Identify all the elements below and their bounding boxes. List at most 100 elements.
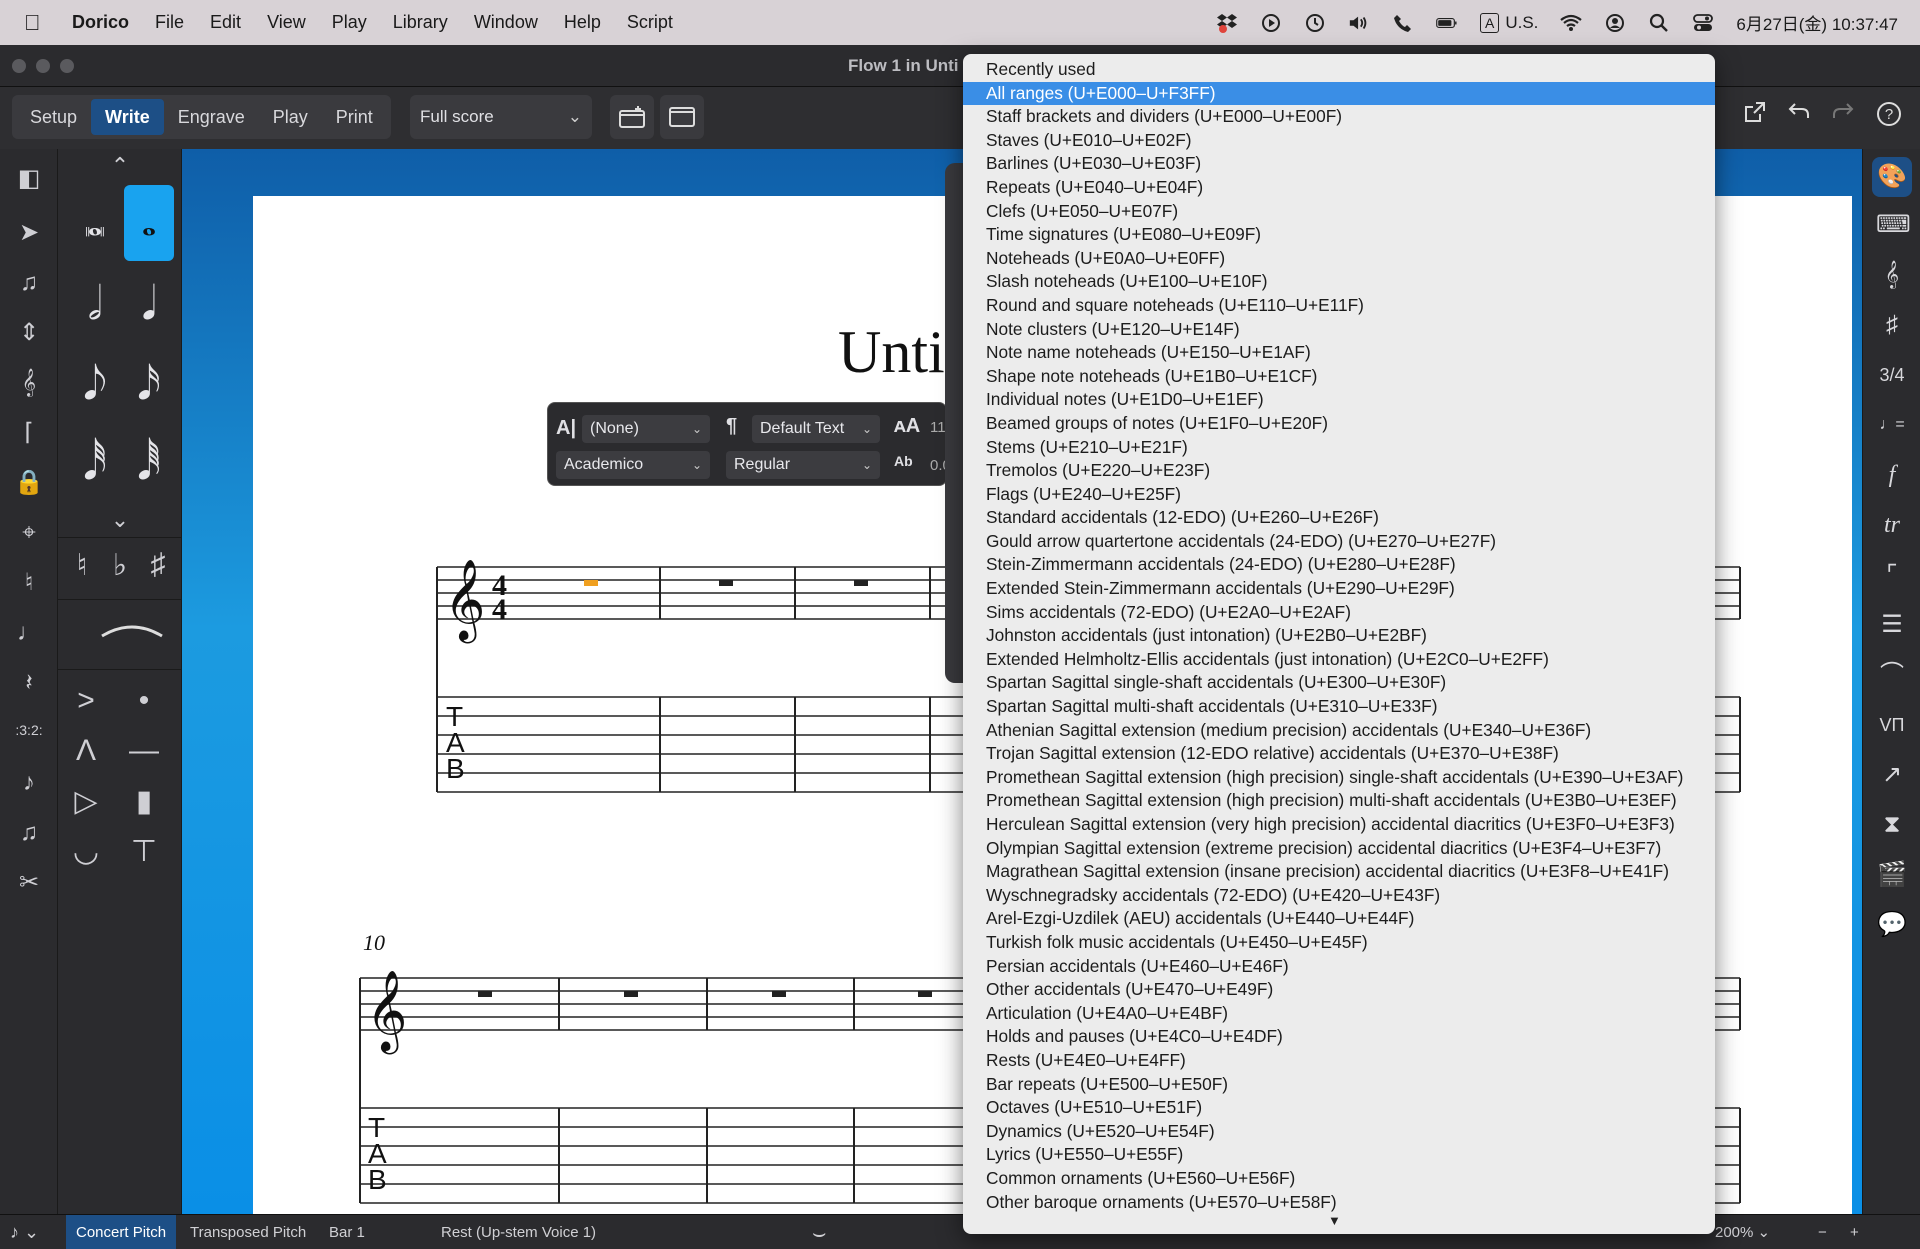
dynamics-icon[interactable]: f	[1876, 459, 1908, 491]
bar-number: 10	[363, 930, 385, 955]
bar-indicator: Bar 1	[329, 1224, 365, 1241]
playing-techniques-icon[interactable]: VП	[1876, 709, 1908, 741]
font-style-select[interactable]: Regular ⌄	[726, 451, 880, 479]
menu-item-glyph-range[interactable]: Bar repeats (U+E500–U+E50F)	[963, 1073, 1715, 1097]
menu-item-glyph-range[interactable]: Barlines (U+E030–U+E03F)	[963, 152, 1715, 176]
menu-item-glyph-range[interactable]: Athenian Sagittal extension (medium prec…	[963, 719, 1715, 743]
font-style-value: Regular	[734, 456, 791, 473]
zoom-value: 200%	[1715, 1224, 1754, 1241]
treble-clef: 𝄞	[444, 558, 485, 643]
whole-rest[interactable]	[772, 991, 786, 997]
chevron-down-icon: ⌄	[691, 422, 702, 436]
lines-icon[interactable]: ↗	[1876, 759, 1908, 791]
menu-item-glyph-range[interactable]: Spartan Sagittal single-shaft accidental…	[963, 671, 1715, 695]
menu-item-glyph-range[interactable]: Articulation (U+E4A0–U+E4BF)	[963, 1002, 1715, 1026]
menu-item-glyph-range[interactable]: Shape note noteheads (U+E1B0–U+E1CF)	[963, 365, 1715, 389]
menu-item-glyph-range[interactable]: Staff brackets and dividers (U+E000–U+E0…	[963, 105, 1715, 129]
menu-item-glyph-range[interactable]: Clefs (U+E050–U+E07F)	[963, 200, 1715, 224]
font-family-select[interactable]: Academico ⌄	[556, 451, 710, 479]
menu-item-glyph-range[interactable]: Herculean Sagittal extension (very high …	[963, 813, 1715, 837]
whole-rest[interactable]	[719, 580, 733, 586]
menu-item-glyph-range[interactable]: Promethean Sagittal extension (high prec…	[963, 766, 1715, 790]
tab-letter-b: B	[368, 1164, 387, 1195]
menu-item-glyph-range[interactable]: Rests (U+E4E0–U+E4FF)	[963, 1049, 1715, 1073]
menu-item-glyph-range[interactable]: Sims accidentals (72-EDO) (U+E2A0–U+E2AF…	[963, 601, 1715, 625]
scroll-more-icon[interactable]: ▼	[1328, 1213, 1341, 1228]
text-properties-popover: A| (None) ⌄ ¶ Default Text ⌄ ᴀA 11 Acade…	[547, 402, 951, 486]
menu-item-glyph-range[interactable]: Magrathean Sagittal extension (insane pr…	[963, 860, 1715, 884]
harp-pedal-icon[interactable]: ⧗	[1876, 809, 1908, 841]
font-size-value[interactable]: 11	[930, 419, 946, 436]
zoom-select[interactable]: 200% ⌄	[1715, 1215, 1770, 1249]
cues-icon[interactable]: 🎬	[1876, 859, 1908, 891]
menu-item-glyph-range[interactable]: Trojan Sagittal extension (12-EDO relati…	[963, 742, 1715, 766]
holds-pauses-icon[interactable]: ⌒	[1876, 659, 1908, 691]
note-input-options-icon[interactable]: ♪ ⌄	[10, 1215, 39, 1249]
menu-item-glyph-range[interactable]: Common ornaments (U+E560–U+E56F)	[963, 1167, 1715, 1191]
menu-item-glyph-range[interactable]: Note clusters (U+E120–U+E14F)	[963, 318, 1715, 342]
menu-item-glyph-range[interactable]: Persian accidentals (U+E460–U+E46F)	[963, 955, 1715, 979]
menu-item-glyph-range[interactable]: Slash noteheads (U+E100–U+E10F)	[963, 270, 1715, 294]
menu-item-glyph-range[interactable]: Olympian Sagittal extension (extreme pre…	[963, 837, 1715, 861]
ornaments-icon[interactable]: tr	[1876, 509, 1908, 541]
menu-item-glyph-range[interactable]: Stems (U+E210–U+E21F)	[963, 436, 1715, 460]
menu-item-glyph-range[interactable]: Dynamics (U+E520–U+E54F)	[963, 1120, 1715, 1144]
menu-item-glyph-range[interactable]: Gould arrow quartertone accidentals (24-…	[963, 530, 1715, 554]
menu-item-glyph-range[interactable]: Arel-Ezgi-Uzdilek (AEU) accidentals (U+E…	[963, 907, 1715, 931]
menu-item-glyph-range[interactable]: Round and square noteheads (U+E110–U+E11…	[963, 294, 1715, 318]
whole-rest[interactable]	[854, 580, 868, 586]
whole-rest[interactable]	[478, 991, 492, 997]
key-signature-icon[interactable]: ♯	[1876, 309, 1908, 341]
menu-item-glyph-range[interactable]: Flags (U+E240–U+E25F)	[963, 483, 1715, 507]
menu-item-glyph-range[interactable]: Wyschnegradsky accidentals (72-EDO) (U+E…	[963, 884, 1715, 908]
concert-pitch-toggle[interactable]: Concert Pitch	[66, 1215, 177, 1249]
tempo-icon[interactable]: ♩=	[1876, 409, 1908, 441]
palette-icon[interactable]: 🎨	[1872, 157, 1912, 197]
menu-item-glyph-range[interactable]: Other baroque ornaments (U+E570–U+E58F)	[963, 1191, 1715, 1215]
clef-icon[interactable]: 𝄞	[1876, 259, 1908, 291]
menu-item-glyph-range[interactable]: Other accidentals (U+E470–U+E49F)	[963, 978, 1715, 1002]
menu-item-glyph-range[interactable]: Lyrics (U+E550–U+E55F)	[963, 1143, 1715, 1167]
keyboard-icon[interactable]: ⌨	[1876, 209, 1911, 241]
menu-item-glyph-range[interactable]: Individual notes (U+E1D0–U+E1EF)	[963, 388, 1715, 412]
menu-item-glyph-range[interactable]: Spartan Sagittal multi-shaft accidentals…	[963, 695, 1715, 719]
menu-item-glyph-range[interactable]: Stein-Zimmermann accidentals (24-EDO) (U…	[963, 553, 1715, 577]
chevron-down-icon: ⌄	[861, 422, 872, 436]
repeat-structures-icon[interactable]: ⌜	[1876, 559, 1908, 591]
font-family-value: Academico	[564, 456, 644, 473]
menu-item-glyph-range[interactable]: Standard accidentals (12-EDO) (U+E260–U+…	[963, 506, 1715, 530]
menu-item-glyph-range[interactable]: Extended Stein-Zimmermann accidentals (U…	[963, 577, 1715, 601]
score-title[interactable]: Unti	[838, 318, 945, 387]
menu-item-glyph-range[interactable]: All ranges (U+E000–U+F3FF)	[963, 81, 1715, 106]
whole-rest[interactable]	[918, 991, 932, 997]
menu-item-glyph-range[interactable]: Beamed groups of notes (U+E1F0–U+E20F)	[963, 412, 1715, 436]
panel-toggle-bottom-icon[interactable]: ⌣	[812, 1215, 826, 1249]
selected-whole-rest[interactable]	[584, 580, 598, 586]
menu-item-glyph-range[interactable]: Note name noteheads (U+E150–U+E1AF)	[963, 341, 1715, 365]
whole-rest[interactable]	[624, 991, 638, 997]
menu-item-recently-used[interactable]: Recently used	[963, 58, 1715, 82]
menu-item-glyph-range[interactable]: Turkish folk music accidentals (U+E450–U…	[963, 931, 1715, 955]
menu-item-glyph-range[interactable]: Tremolos (U+E220–U+E23F)	[963, 459, 1715, 483]
menu-item-glyph-range[interactable]: Repeats (U+E040–U+E04F)	[963, 176, 1715, 200]
menu-item-glyph-range[interactable]: Johnston accidentals (just intonation) (…	[963, 624, 1715, 648]
text-style-value: Default Text	[760, 420, 845, 437]
dialog-edge	[945, 163, 965, 683]
transposed-pitch-toggle[interactable]: Transposed Pitch	[180, 1215, 316, 1249]
zoom-out-button[interactable]: −	[1818, 1215, 1827, 1249]
comments-icon[interactable]: 💬	[1876, 909, 1908, 941]
chevron-down-icon: ⌄	[861, 458, 872, 472]
menu-item-glyph-range[interactable]: Noteheads (U+E0A0–U+E0FF)	[963, 247, 1715, 271]
menu-item-glyph-range[interactable]: Promethean Sagittal extension (high prec…	[963, 789, 1715, 813]
tab-letter-b: B	[446, 753, 465, 784]
menu-item-glyph-range[interactable]: Octaves (U+E510–U+E51F)	[963, 1096, 1715, 1120]
menu-item-glyph-range[interactable]: Time signatures (U+E080–U+E09F)	[963, 223, 1715, 247]
bars-icon[interactable]: ☰	[1876, 609, 1908, 641]
time-signature-icon[interactable]: 3/4	[1876, 359, 1908, 391]
paragraph-style-select[interactable]: (None) ⌄	[582, 415, 710, 443]
text-style-select[interactable]: Default Text ⌄	[752, 415, 880, 443]
menu-item-glyph-range[interactable]: Extended Helmholtz-Ellis accidentals (ju…	[963, 648, 1715, 672]
zoom-in-button[interactable]: +	[1850, 1215, 1859, 1249]
menu-item-glyph-range[interactable]: Staves (U+E010–U+E02F)	[963, 129, 1715, 153]
menu-item-glyph-range[interactable]: Holds and pauses (U+E4C0–U+E4DF)	[963, 1025, 1715, 1049]
